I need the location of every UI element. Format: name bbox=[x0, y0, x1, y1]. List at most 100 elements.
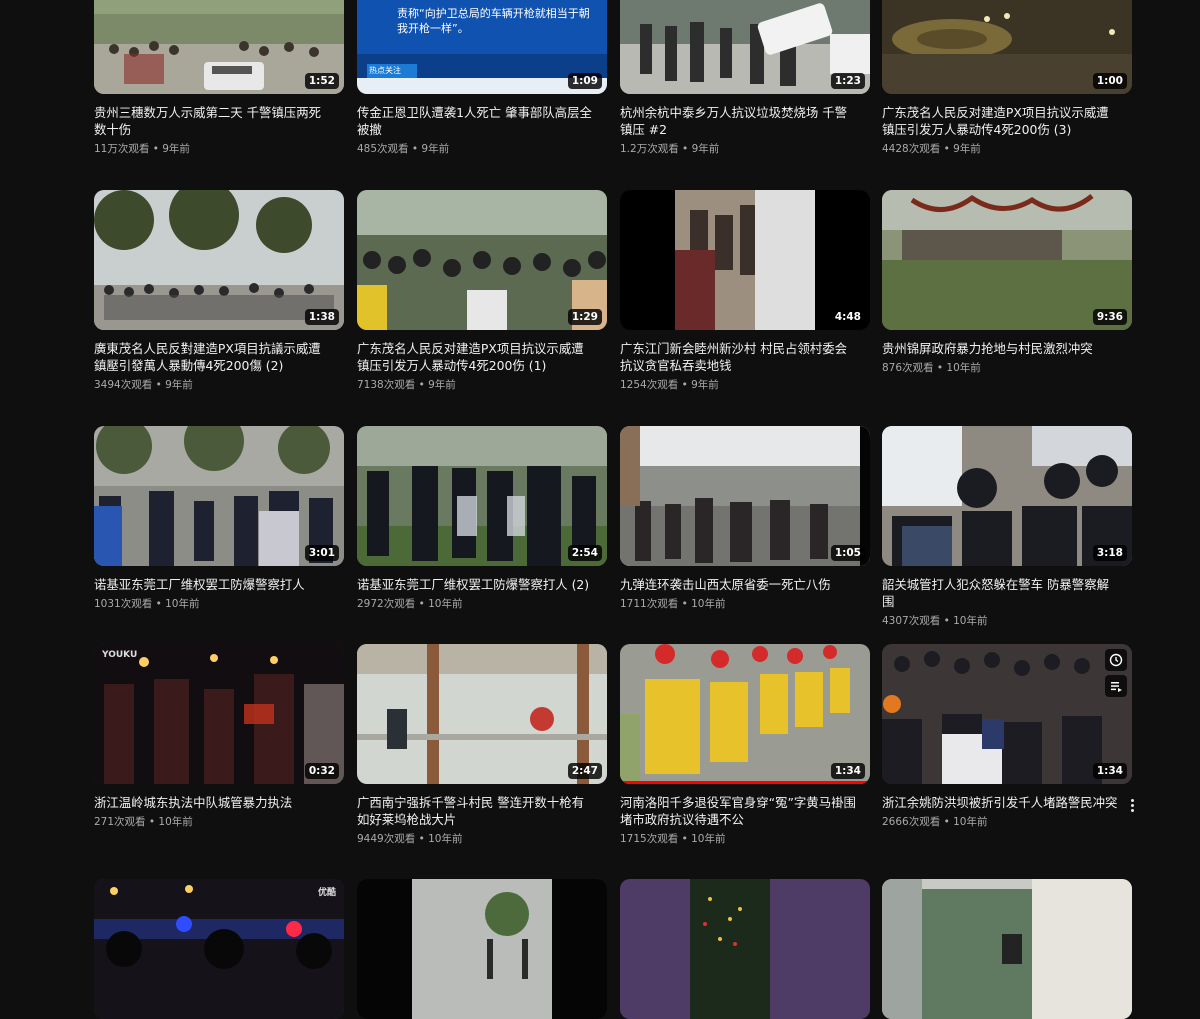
video-thumbnail[interactable]: 9:36 bbox=[882, 190, 1132, 330]
video-title[interactable]: 诺基亚东莞工厂维权罢工防爆警察打人 bbox=[94, 576, 330, 593]
upload-age: 10年前 bbox=[158, 816, 193, 828]
video-card[interactable]: 1:52 贵州三穗数万人示威第二天 千警镇压两死数十伤 11万次观看 • 9年前 bbox=[94, 0, 344, 156]
video-title[interactable]: 贵州三穗数万人示威第二天 千警镇压两死数十伤 bbox=[94, 104, 330, 138]
video-duration: 1:52 bbox=[304, 73, 339, 89]
meta-separator: • bbox=[145, 816, 159, 828]
video-thumbnail[interactable]: 1:23 bbox=[620, 0, 870, 94]
video-title[interactable]: 九弹连环袭击山西太原省委一死亡八伤 bbox=[620, 576, 856, 593]
video-title[interactable]: 贵州锦屏政府暴力抢地与村民激烈冲突 bbox=[882, 340, 1118, 357]
video-thumbnail[interactable]: 优酷 bbox=[94, 879, 344, 1019]
thumbnail-image bbox=[357, 879, 607, 1019]
video-duration: 1:38 bbox=[304, 309, 339, 325]
video-duration: 9:36 bbox=[1092, 309, 1127, 325]
video-card[interactable]: 1:29 广东茂名人民反对建造PX项目抗议示威遭镇压引发万人暴动传4死200伤 … bbox=[357, 190, 607, 392]
video-title[interactable]: 浙江温岭城东执法中队城管暴力执法 bbox=[94, 794, 330, 811]
video-meta: 4428次观看 • 9年前 bbox=[882, 142, 1132, 156]
video-thumbnail[interactable]: 责称“向护卫总局的车辆开枪就相当于朝我开枪一样”。 热点关注 1:09 bbox=[357, 0, 607, 94]
video-thumbnail[interactable] bbox=[620, 879, 870, 1019]
queue-icon bbox=[1111, 682, 1122, 692]
video-duration: 1:09 bbox=[567, 73, 602, 89]
video-card[interactable]: 1:38 廣東茂名人民反對建造PX項目抗議示威遭鎮壓引發萬人暴動傳4死200傷 … bbox=[94, 190, 344, 392]
video-card[interactable]: 1:05 九弹连环袭击山西太原省委一死亡八伤 1711次观看 • 10年前 bbox=[620, 426, 870, 611]
upload-age: 10年前 bbox=[165, 598, 200, 610]
video-card[interactable]: 1:34 河南洛阳千多退役军官身穿“冤”字黄马褂围堵市政府抗议待遇不公 1715… bbox=[620, 644, 870, 846]
thumbnail-caption: 责称“向护卫总局的车辆开枪就相当于朝我开枪一样”。 bbox=[397, 7, 590, 35]
upload-age: 10年前 bbox=[691, 833, 726, 845]
video-card[interactable] bbox=[882, 879, 1132, 1019]
video-meta: 3494次观看 • 9年前 bbox=[94, 378, 344, 392]
video-duration: 1:29 bbox=[567, 309, 602, 325]
video-thumbnail[interactable]: 1:34 bbox=[620, 644, 870, 784]
video-title[interactable]: 广西南宁强拆千警斗村民 警连开数十枪有如好莱坞枪战大片 bbox=[357, 794, 593, 828]
video-meta: 2972次观看 • 10年前 bbox=[357, 597, 607, 611]
view-count: 1711次观看 bbox=[620, 598, 679, 610]
upload-age: 10年前 bbox=[428, 598, 463, 610]
video-title[interactable]: 杭州余杭中泰乡万人抗议垃圾焚烧场 千警镇压 #2 bbox=[620, 104, 856, 138]
view-count: 4428次观看 bbox=[882, 143, 941, 155]
upload-age: 10年前 bbox=[953, 615, 988, 627]
video-meta: 1711次观看 • 10年前 bbox=[620, 597, 870, 611]
video-title[interactable]: 诺基亚东莞工厂维权罢工防爆警察打人 (2) bbox=[357, 576, 593, 593]
more-vert-icon bbox=[1130, 803, 1134, 807]
view-count: 2666次观看 bbox=[882, 816, 941, 828]
video-duration: 1:34 bbox=[1092, 763, 1127, 779]
video-thumbnail[interactable]: 3:01 bbox=[94, 426, 344, 566]
video-thumbnail[interactable]: 1:34 bbox=[882, 644, 1132, 784]
video-title[interactable]: 河南洛阳千多退役军官身穿“冤”字黄马褂围堵市政府抗议待遇不公 bbox=[620, 794, 856, 828]
video-thumbnail[interactable] bbox=[882, 879, 1132, 1019]
watch-later-button[interactable] bbox=[1105, 649, 1127, 671]
video-card[interactable]: 4:48 广东江门新会睦州新沙村 村民占领村委会抗议贪官私吞卖地钱 1254次观… bbox=[620, 190, 870, 392]
video-thumbnail[interactable]: 2:54 bbox=[357, 426, 607, 566]
view-count: 271次观看 bbox=[94, 816, 146, 828]
meta-separator: • bbox=[152, 379, 166, 391]
video-duration: 1:00 bbox=[1092, 73, 1127, 89]
meta-separator: • bbox=[940, 143, 954, 155]
add-to-queue-button[interactable] bbox=[1105, 675, 1127, 697]
video-card[interactable]: 9:36 贵州锦屏政府暴力抢地与村民激烈冲突 876次观看 • 10年前 bbox=[882, 190, 1132, 375]
video-meta: 2666次观看 • 10年前 bbox=[882, 815, 1132, 829]
meta-separator: • bbox=[678, 833, 692, 845]
video-card[interactable]: 2:54 诺基亚东莞工厂维权罢工防爆警察打人 (2) 2972次观看 • 10年… bbox=[357, 426, 607, 611]
video-thumbnail[interactable]: 1:05 bbox=[620, 426, 870, 566]
video-card[interactable]: 3:01 诺基亚东莞工厂维权罢工防爆警察打人 1031次观看 • 10年前 bbox=[94, 426, 344, 611]
video-thumbnail[interactable]: 2:47 bbox=[357, 644, 607, 784]
upload-age: 10年前 bbox=[691, 598, 726, 610]
video-title[interactable]: 广东江门新会睦州新沙村 村民占领村委会抗议贪官私吞卖地钱 bbox=[620, 340, 856, 374]
video-thumbnail[interactable]: 1:29 bbox=[357, 190, 607, 330]
video-thumbnail[interactable]: YOUKU 0:32 bbox=[94, 644, 344, 784]
video-card[interactable]: 1:00 广东茂名人民反对建造PX项目抗议示威遭镇压引发万人暴动传4死200伤 … bbox=[882, 0, 1132, 156]
video-thumbnail[interactable]: 4:48 bbox=[620, 190, 870, 330]
video-title[interactable]: 浙江余姚防洪坝被折引发千人堵路警民冲突 bbox=[882, 794, 1118, 811]
video-thumbnail[interactable]: 1:38 bbox=[94, 190, 344, 330]
video-thumbnail[interactable]: 1:00 bbox=[882, 0, 1132, 94]
more-actions-button[interactable] bbox=[1124, 795, 1140, 815]
video-card[interactable]: 优酷 bbox=[94, 879, 344, 1019]
upload-age: 9年前 bbox=[421, 143, 450, 155]
video-title[interactable]: 韶关城管打人犯众怒躲在警车 防暴警察解围 bbox=[882, 576, 1118, 610]
video-grid: 1:52 贵州三穗数万人示威第二天 千警镇压两死数十伤 11万次观看 • 9年前… bbox=[0, 0, 1200, 1019]
thumbnail-image bbox=[620, 879, 870, 1019]
channel-watermark: YOUKU bbox=[102, 650, 138, 660]
video-thumbnail[interactable]: 1:52 bbox=[94, 0, 344, 94]
meta-separator: • bbox=[933, 362, 947, 374]
video-card[interactable]: 1:34 浙江余姚防洪坝被折引发千人堵路警民冲突 2666次观看 • 10年前 bbox=[882, 644, 1134, 829]
video-title[interactable]: 广东茂名人民反对建造PX项目抗议示威遭镇压引发万人暴动传4死200伤 (1) bbox=[357, 340, 593, 374]
meta-separator: • bbox=[940, 816, 954, 828]
video-title[interactable]: 传金正恩卫队遭袭1人死亡 肇事部队高层全被撤 bbox=[357, 104, 593, 138]
view-count: 1715次观看 bbox=[620, 833, 679, 845]
video-card[interactable]: 1:23 杭州余杭中泰乡万人抗议垃圾焚烧场 千警镇压 #2 1.2万次观看 • … bbox=[620, 0, 870, 156]
video-card[interactable]: YOUKU 0:32 浙江温岭城东执法中队城管暴力执法 271次观看 • 10年… bbox=[94, 644, 344, 829]
video-title[interactable]: 廣東茂名人民反對建造PX項目抗議示威遭鎮壓引發萬人暴動傳4死200傷 (2) bbox=[94, 340, 330, 374]
video-card[interactable] bbox=[357, 879, 607, 1019]
video-meta: 4307次观看 • 10年前 bbox=[882, 614, 1132, 628]
video-card[interactable] bbox=[620, 879, 870, 1019]
video-duration: 1:23 bbox=[830, 73, 865, 89]
video-card[interactable]: 3:18 韶关城管打人犯众怒躲在警车 防暴警察解围 4307次观看 • 10年前 bbox=[882, 426, 1132, 628]
video-thumbnail[interactable]: 3:18 bbox=[882, 426, 1132, 566]
video-card[interactable]: 2:47 广西南宁强拆千警斗村民 警连开数十枪有如好莱坞枪战大片 9449次观看… bbox=[357, 644, 607, 846]
video-title[interactable]: 广东茂名人民反对建造PX项目抗议示威遭镇压引发万人暴动传4死200伤 (3) bbox=[882, 104, 1118, 138]
video-thumbnail[interactable] bbox=[357, 879, 607, 1019]
view-count: 9449次观看 bbox=[357, 833, 416, 845]
video-card[interactable]: 责称“向护卫总局的车辆开枪就相当于朝我开枪一样”。 热点关注 1:09 传金正恩… bbox=[357, 0, 607, 156]
meta-separator: • bbox=[415, 833, 429, 845]
